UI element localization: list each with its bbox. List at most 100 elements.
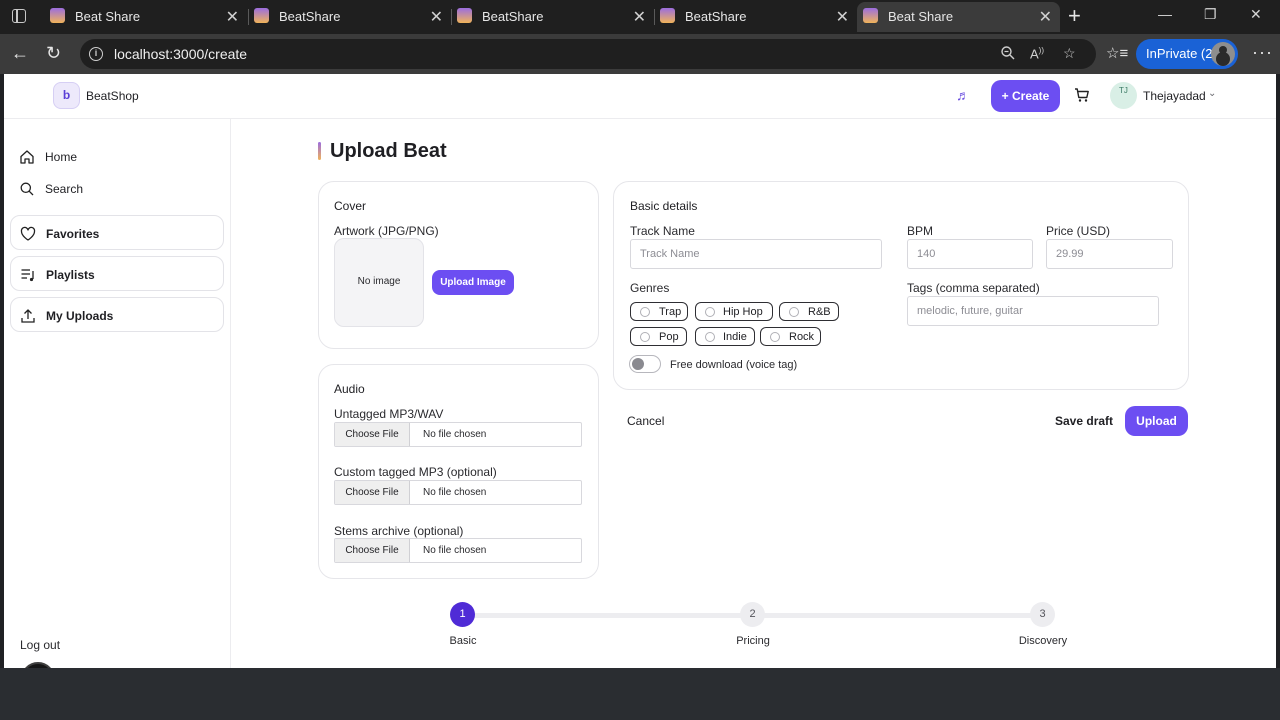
browser-tab[interactable]: BeatShare ✕: [654, 2, 857, 32]
sidebar-item-label: Search: [45, 182, 84, 196]
sidebar-item-favorites[interactable]: Favorites: [10, 215, 224, 250]
file-status: No file chosen: [423, 487, 487, 498]
sidebar-item-label: My Uploads: [46, 309, 114, 323]
logo[interactable]: b: [53, 82, 80, 109]
stems-file-input[interactable]: Choose File No file chosen: [334, 538, 582, 563]
minimize-icon[interactable]: —: [1158, 6, 1172, 22]
site-info-icon[interactable]: i: [89, 47, 103, 61]
read-aloud-icon[interactable]: A)): [1030, 46, 1044, 61]
genre-chip-pop[interactable]: Pop: [630, 327, 687, 346]
stems-label: Stems archive (optional): [334, 524, 464, 538]
step-3-indicator[interactable]: 3: [1030, 602, 1055, 627]
tab-favicon-icon: [50, 8, 65, 23]
page-viewport: b BeatShop ♬ + Create TJ Thejayadad ⌄ Ho…: [4, 74, 1276, 668]
choose-file-button[interactable]: Choose File: [335, 539, 410, 562]
untagged-audio-label: Untagged MP3/WAV: [334, 407, 444, 421]
music-note-icon[interactable]: ♬: [956, 87, 970, 103]
avatar[interactable]: TJ: [1110, 82, 1137, 109]
step-2-indicator[interactable]: 2: [740, 602, 765, 627]
cart-icon[interactable]: [1074, 87, 1090, 103]
tags-field[interactable]: [907, 296, 1159, 326]
step-1-indicator[interactable]: 1: [450, 602, 475, 627]
toggle-knob: [632, 358, 644, 370]
tab-title: Beat Share: [888, 9, 954, 24]
create-button[interactable]: + Create: [991, 80, 1060, 112]
genre-chip-hip-hop[interactable]: Hip Hop: [695, 302, 773, 321]
price-field[interactable]: [1046, 239, 1173, 269]
logout-button[interactable]: Log out: [20, 638, 60, 652]
favorites-icon[interactable]: ☆≡: [1106, 44, 1128, 62]
no-image-text: No image: [357, 276, 401, 287]
sidebar-item-playlists[interactable]: Playlists: [10, 256, 224, 291]
choose-file-button[interactable]: Choose File: [335, 481, 410, 504]
more-menu-icon[interactable]: ···: [1252, 42, 1273, 63]
tab-favicon-icon: [254, 8, 269, 23]
upload-image-button[interactable]: Upload Image: [432, 270, 514, 295]
reload-icon[interactable]: ↻: [46, 43, 61, 64]
sidebar-item-home[interactable]: Home: [10, 139, 224, 174]
genre-label: Rock: [789, 331, 815, 343]
sidebar-item-search[interactable]: Search: [10, 171, 224, 206]
radio-icon: [789, 307, 799, 317]
zoom-icon[interactable]: [1000, 45, 1016, 64]
sidebar-item-label: Home: [45, 150, 78, 164]
tagged-audio-file-input[interactable]: Choose File No file chosen: [334, 480, 582, 505]
close-tab-icon[interactable]: ✕: [430, 7, 443, 27]
close-tab-icon[interactable]: ✕: [633, 7, 646, 27]
close-window-icon[interactable]: ✕: [1250, 6, 1262, 23]
browser-tab[interactable]: BeatShare ✕: [248, 2, 451, 32]
choose-file-button[interactable]: Choose File: [335, 423, 410, 446]
browser-tab-active[interactable]: Beat Share ✕: [857, 2, 1060, 32]
genre-label: R&B: [808, 306, 831, 318]
untagged-audio-file-input[interactable]: Choose File No file chosen: [334, 422, 582, 447]
tab-favicon-icon: [457, 8, 472, 23]
tab-title: BeatShare: [482, 9, 544, 24]
browser-tab[interactable]: Beat Share ✕: [44, 2, 247, 32]
browser-tab[interactable]: BeatShare ✕: [451, 2, 654, 32]
tab-actions-icon[interactable]: [12, 9, 26, 23]
favorite-star-icon[interactable]: ☆: [1063, 45, 1076, 62]
chevron-down-icon[interactable]: ⌄: [1208, 88, 1216, 99]
cancel-button[interactable]: Cancel: [627, 414, 664, 428]
brand-name[interactable]: BeatShop: [86, 89, 139, 103]
step-3-label: Discovery: [1018, 635, 1068, 647]
track-name-field[interactable]: [630, 239, 882, 269]
bpm-field[interactable]: [907, 239, 1033, 269]
desktop-background: [0, 668, 1280, 720]
bpm-input[interactable]: [908, 240, 1032, 268]
cover-card-title: Cover: [334, 199, 367, 213]
close-tab-icon[interactable]: ✕: [1039, 7, 1052, 27]
audio-card: Audio Untagged MP3/WAV Choose File No fi…: [318, 364, 599, 579]
radio-icon: [640, 332, 650, 342]
bpm-label: BPM: [907, 224, 934, 238]
inprivate-button[interactable]: InPrivate (2): [1136, 39, 1238, 69]
home-icon: [19, 149, 35, 165]
sidebar-item-my-uploads[interactable]: My Uploads: [10, 297, 224, 332]
tab-title: Beat Share: [75, 9, 141, 24]
track-name-label: Track Name: [630, 224, 695, 238]
restore-icon[interactable]: ❐: [1204, 6, 1217, 23]
free-download-toggle[interactable]: [629, 355, 661, 373]
genre-chip-indie[interactable]: Indie: [695, 327, 755, 346]
upload-button[interactable]: Upload: [1125, 406, 1188, 436]
heart-icon: [20, 226, 36, 242]
back-icon[interactable]: ←: [11, 43, 29, 64]
tagged-audio-label: Custom tagged MP3 (optional): [334, 465, 497, 479]
artwork-preview: No image: [334, 238, 424, 327]
close-tab-icon[interactable]: ✕: [226, 7, 239, 27]
url-text[interactable]: localhost:3000/create: [114, 46, 247, 62]
user-name[interactable]: Thejayadad: [1143, 89, 1206, 103]
close-tab-icon[interactable]: ✕: [836, 7, 849, 27]
search-icon: [19, 181, 35, 197]
address-bar[interactable]: i localhost:3000/create A)) ☆: [80, 39, 1096, 69]
track-name-input[interactable]: [631, 240, 881, 268]
genre-chip-trap[interactable]: Trap: [630, 302, 688, 321]
price-input[interactable]: [1047, 240, 1172, 268]
save-draft-button[interactable]: Save draft: [1055, 414, 1113, 428]
new-tab-icon[interactable]: +: [1068, 3, 1081, 29]
tab-title: BeatShare: [279, 9, 341, 24]
tags-input[interactable]: [908, 297, 1158, 325]
file-status: No file chosen: [423, 545, 487, 556]
genre-chip-rock[interactable]: Rock: [760, 327, 821, 346]
genre-chip-rnb[interactable]: R&B: [779, 302, 839, 321]
